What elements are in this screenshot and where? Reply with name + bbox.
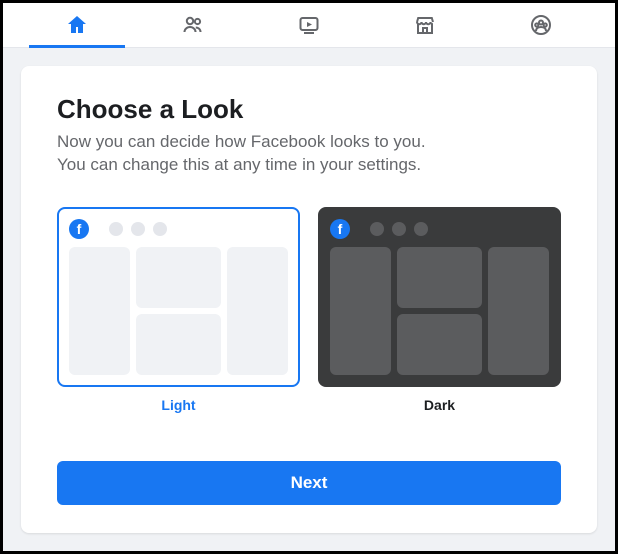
top-nav: [3, 3, 615, 48]
page-body: Choose a Look Now you can decide how Fac…: [3, 48, 615, 551]
preview-mid: [397, 247, 482, 375]
preview-block: [136, 247, 221, 308]
card-title: Choose a Look: [57, 94, 561, 125]
next-button[interactable]: Next: [57, 461, 561, 505]
dot-icon: [109, 222, 123, 236]
facebook-logo-icon: f: [330, 219, 350, 239]
home-icon: [65, 13, 89, 37]
preview-header: f: [69, 219, 288, 239]
theme-preview-light: f: [57, 207, 300, 387]
facebook-logo-icon: f: [69, 219, 89, 239]
groups-icon: [529, 13, 553, 37]
dot-icon: [153, 222, 167, 236]
theme-option-light[interactable]: f: [57, 207, 300, 413]
preview-dots: [109, 222, 167, 236]
preview-body: [69, 247, 288, 375]
nav-watch[interactable]: [251, 3, 367, 47]
preview-col: [69, 247, 130, 375]
subtitle-line-1: Now you can decide how Facebook looks to…: [57, 132, 426, 151]
theme-options: f: [57, 207, 561, 413]
preview-dots: [370, 222, 428, 236]
nav-groups[interactable]: [483, 3, 599, 47]
card-subtitle: Now you can decide how Facebook looks to…: [57, 131, 561, 177]
preview-mid: [136, 247, 221, 375]
nav-home[interactable]: [19, 3, 135, 47]
dot-icon: [392, 222, 406, 236]
theme-label-light: Light: [161, 397, 195, 413]
friends-icon: [181, 13, 205, 37]
preview-col: [330, 247, 391, 375]
preview-col: [488, 247, 549, 375]
theme-label-dark: Dark: [424, 397, 455, 413]
dot-icon: [370, 222, 384, 236]
subtitle-line-2: You can change this at any time in your …: [57, 155, 421, 174]
preview-body: [330, 247, 549, 375]
appearance-card: Choose a Look Now you can decide how Fac…: [21, 66, 597, 533]
preview-block: [136, 314, 221, 375]
theme-option-dark[interactable]: f: [318, 207, 561, 413]
marketplace-icon: [413, 13, 437, 37]
nav-friends[interactable]: [135, 3, 251, 47]
preview-col: [227, 247, 288, 375]
preview-header: f: [330, 219, 549, 239]
preview-block: [397, 314, 482, 375]
theme-preview-dark: f: [318, 207, 561, 387]
preview-block: [397, 247, 482, 308]
nav-marketplace[interactable]: [367, 3, 483, 47]
dot-icon: [414, 222, 428, 236]
watch-icon: [297, 13, 321, 37]
dot-icon: [131, 222, 145, 236]
